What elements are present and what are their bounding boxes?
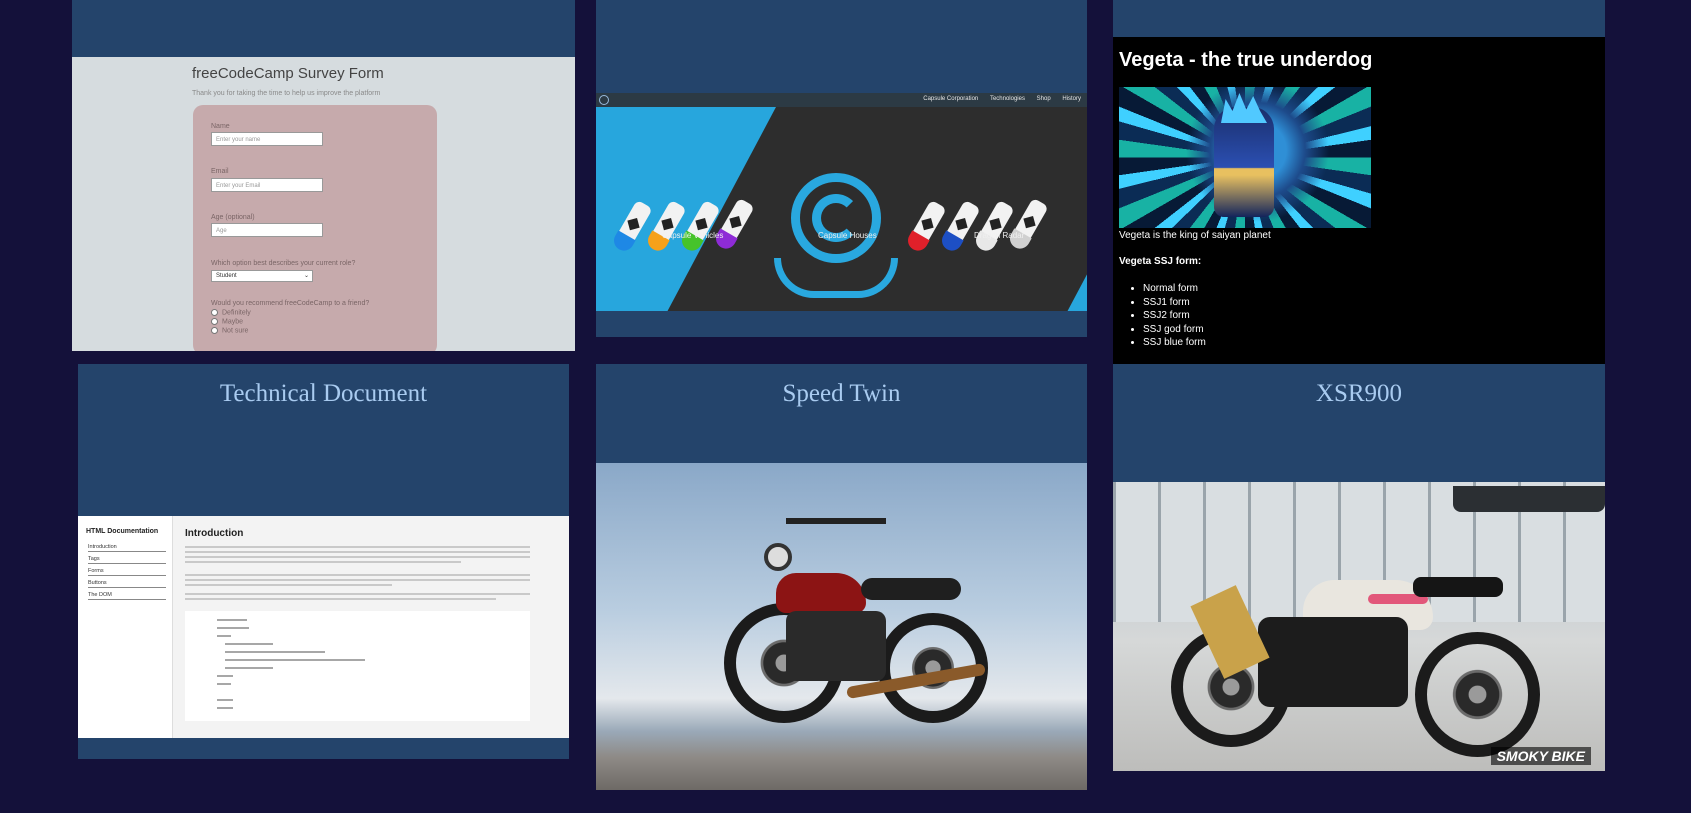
xsr900-photo[interactable]: SMOKY BIKE — [1113, 482, 1605, 771]
survey-subtitle: Thank you for taking the time to help us… — [192, 90, 381, 97]
survey-title: freeCodeCamp Survey Form — [192, 65, 384, 82]
nav-link[interactable]: Technologies — [990, 96, 1025, 102]
awning — [1453, 486, 1605, 512]
radio-icon — [211, 318, 218, 325]
role-select[interactable]: Student ⌄ — [211, 270, 313, 282]
vegeta-caption: Vegeta is the king of saiyan planet — [1119, 230, 1271, 241]
radio-not-sure[interactable]: Not sure — [211, 327, 248, 334]
vegeta-heading: Vegeta - the true underdog — [1119, 49, 1373, 71]
radio-icon — [211, 327, 218, 334]
project-card-speed-twin[interactable]: Speed Twin — [596, 364, 1087, 790]
doc-main-heading: Introduction — [185, 528, 244, 539]
seat — [1413, 577, 1503, 597]
capsule-label[interactable]: Capsule Houses — [818, 231, 877, 240]
name-input[interactable]: Enter your name — [211, 132, 323, 146]
project-card-technical-document[interactable]: Technical Document HTML Documentation In… — [78, 364, 569, 759]
list-item: SSJ blue form — [1143, 336, 1206, 350]
doc-nav-link[interactable]: Tags — [88, 556, 166, 564]
chevron-down-icon: ⌄ — [303, 273, 309, 279]
project-card-capsule[interactable]: Capsule Corporation Technologies Shop Hi… — [596, 0, 1087, 337]
project-card-vegeta[interactable]: Vegeta - the true underdog Vegeta is the… — [1113, 0, 1605, 364]
fuel-tank — [776, 573, 866, 613]
radio-maybe[interactable]: Maybe — [211, 318, 243, 325]
vegeta-forms-heading: Vegeta SSJ form: — [1119, 256, 1202, 267]
capsule-corp-preview[interactable]: Capsule Corporation Technologies Shop Hi… — [596, 93, 1087, 311]
project-card-xsr900[interactable]: XSR900 SMOKY BIKE — [1113, 364, 1605, 771]
rear-wheel — [1415, 632, 1540, 757]
nav-link[interactable]: Capsule Corporation — [923, 96, 978, 102]
doc-nav-link[interactable]: Introduction — [88, 544, 166, 552]
list-item: SSJ1 form — [1143, 296, 1206, 310]
recommend-question: Would you recommend freeCodeCamp to a fr… — [211, 300, 370, 307]
capsule-logo-icon — [599, 95, 609, 105]
list-item: SSJ2 form — [1143, 309, 1206, 323]
doc-sidebar-heading: HTML Documentation — [86, 528, 159, 535]
doc-paragraph — [185, 546, 530, 566]
seat — [861, 578, 961, 600]
role-selected: Student — [216, 273, 237, 279]
survey-form-preview[interactable]: freeCodeCamp Survey Form Thank you for t… — [72, 57, 575, 351]
card-title[interactable]: Speed Twin — [596, 380, 1087, 408]
vegeta-image — [1119, 87, 1371, 228]
radio-label: Definitely — [222, 309, 251, 317]
engine — [786, 611, 886, 681]
speed-twin-photo[interactable] — [596, 463, 1087, 790]
doc-sidebar: HTML Documentation Introduction Tags For… — [78, 516, 173, 738]
nav-link[interactable]: Shop — [1037, 96, 1051, 102]
radio-label: Not sure — [222, 327, 249, 335]
technical-document-preview[interactable]: HTML Documentation Introduction Tags For… — [78, 516, 569, 738]
card-title[interactable]: XSR900 — [1113, 380, 1605, 408]
capsule-navbar: Capsule Corporation Technologies Shop Hi… — [596, 93, 1087, 107]
name-label: Name — [211, 123, 230, 130]
headlight — [764, 543, 792, 571]
list-item: SSJ god form — [1143, 323, 1206, 337]
doc-nav-link[interactable]: The DOM — [88, 592, 166, 600]
age-label: Age (optional) — [211, 214, 255, 221]
capsule-label[interactable]: Dragon Radar — [974, 231, 1024, 240]
role-question: Which option best describes your current… — [211, 260, 356, 267]
email-input[interactable]: Enter your Email — [211, 178, 323, 192]
age-input[interactable]: Age — [211, 223, 323, 237]
handlebar — [786, 518, 886, 524]
vegeta-tribute-preview[interactable]: Vegeta - the true underdog Vegeta is the… — [1113, 37, 1605, 364]
doc-paragraph — [185, 593, 530, 603]
email-label: Email — [211, 168, 229, 175]
card-title[interactable]: Technical Document — [78, 380, 569, 408]
radio-icon — [211, 309, 218, 316]
doc-nav-link[interactable]: Buttons — [88, 580, 166, 588]
capsule-corp-logo — [791, 173, 881, 263]
doc-paragraph — [185, 574, 530, 589]
radio-definitely[interactable]: Definitely — [211, 309, 251, 316]
watermark-logo: SMOKY BIKE — [1490, 747, 1591, 765]
engine — [1258, 617, 1408, 707]
doc-code-block — [185, 611, 530, 721]
vegeta-forms-list: Normal form SSJ1 form SSJ2 form SSJ god … — [1143, 282, 1206, 350]
list-item: Normal form — [1143, 282, 1206, 296]
project-card-survey[interactable]: freeCodeCamp Survey Form Thank you for t… — [72, 0, 575, 351]
nav-link[interactable]: History — [1062, 96, 1081, 102]
capsule-label[interactable]: Capsule Vehicles — [662, 231, 723, 240]
radio-label: Maybe — [222, 318, 244, 326]
survey-form-box: Name Enter your name Email Enter your Em… — [193, 105, 437, 351]
doc-nav-link[interactable]: Forms — [88, 568, 166, 576]
